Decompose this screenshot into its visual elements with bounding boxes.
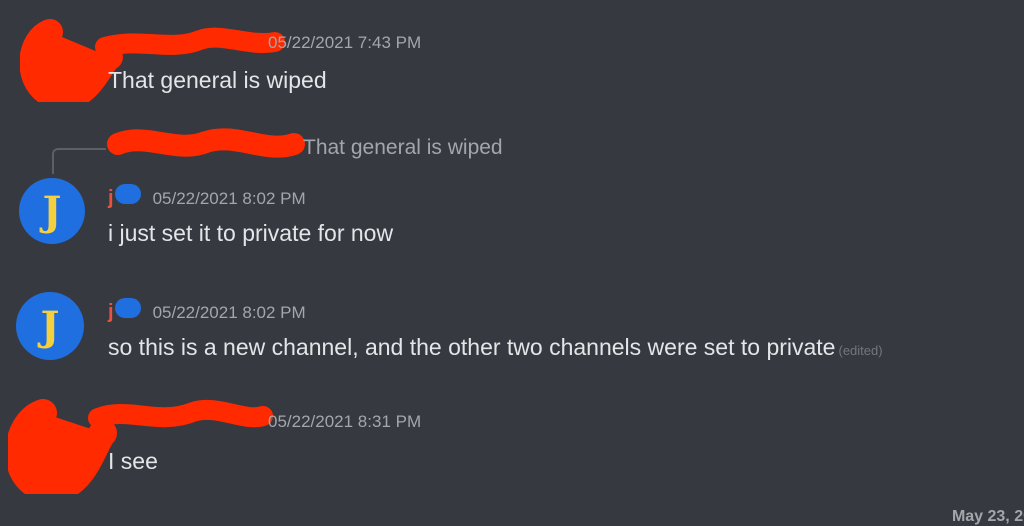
message-timestamp: 05/22/2021 8:02 PM	[152, 303, 306, 322]
redacted-username	[114, 184, 141, 204]
message-1-meta: 05/22/2021 7:43 PM	[268, 33, 421, 53]
redacted-avatar	[8, 399, 273, 494]
message-content: i just set it to private for now	[108, 220, 394, 246]
message-content: I see	[108, 448, 158, 474]
message-3-meta: j 05/22/2021 8:02 PM	[108, 298, 306, 324]
avatar-letter: J	[42, 187, 62, 235]
avatar-letter: J	[40, 302, 60, 350]
message-text: so this is a new channel, and the other …	[108, 334, 836, 360]
avatar[interactable]: J	[16, 292, 84, 360]
edited-label: (edited)	[838, 343, 883, 358]
avatar[interactable]: J	[19, 178, 85, 244]
message-3: J j 05/22/2021 8:02 PM so this is a new …	[0, 284, 1024, 374]
message-4-meta: 05/22/2021 8:31 PM	[268, 412, 421, 432]
chat-messages: 05/22/2021 7:43 PM That general is wiped…	[0, 0, 1024, 525]
message-content: That general is wiped	[108, 67, 327, 93]
redacted-reply-author	[107, 128, 305, 158]
reply-preview-text[interactable]: That general is wiped	[303, 136, 503, 160]
message-timestamp: 05/22/2021 8:31 PM	[268, 412, 422, 431]
username[interactable]: j	[108, 301, 114, 324]
message-1: 05/22/2021 7:43 PM That general is wiped	[0, 0, 1024, 110]
message-2: J j 05/22/2021 8:02 PM i just set it to …	[0, 170, 1024, 260]
message-timestamp: 05/22/2021 8:02 PM	[152, 189, 306, 208]
date-divider: May 23, 20	[951, 508, 1024, 525]
redacted-username	[114, 298, 141, 318]
message-timestamp: 05/22/2021 7:43 PM	[268, 33, 422, 52]
message-content: so this is a new channel, and the other …	[108, 334, 883, 361]
username[interactable]: j	[108, 187, 114, 210]
message-2-meta: j 05/22/2021 8:02 PM	[108, 184, 306, 210]
message-4: 05/22/2021 8:31 PM I see	[0, 384, 1024, 494]
